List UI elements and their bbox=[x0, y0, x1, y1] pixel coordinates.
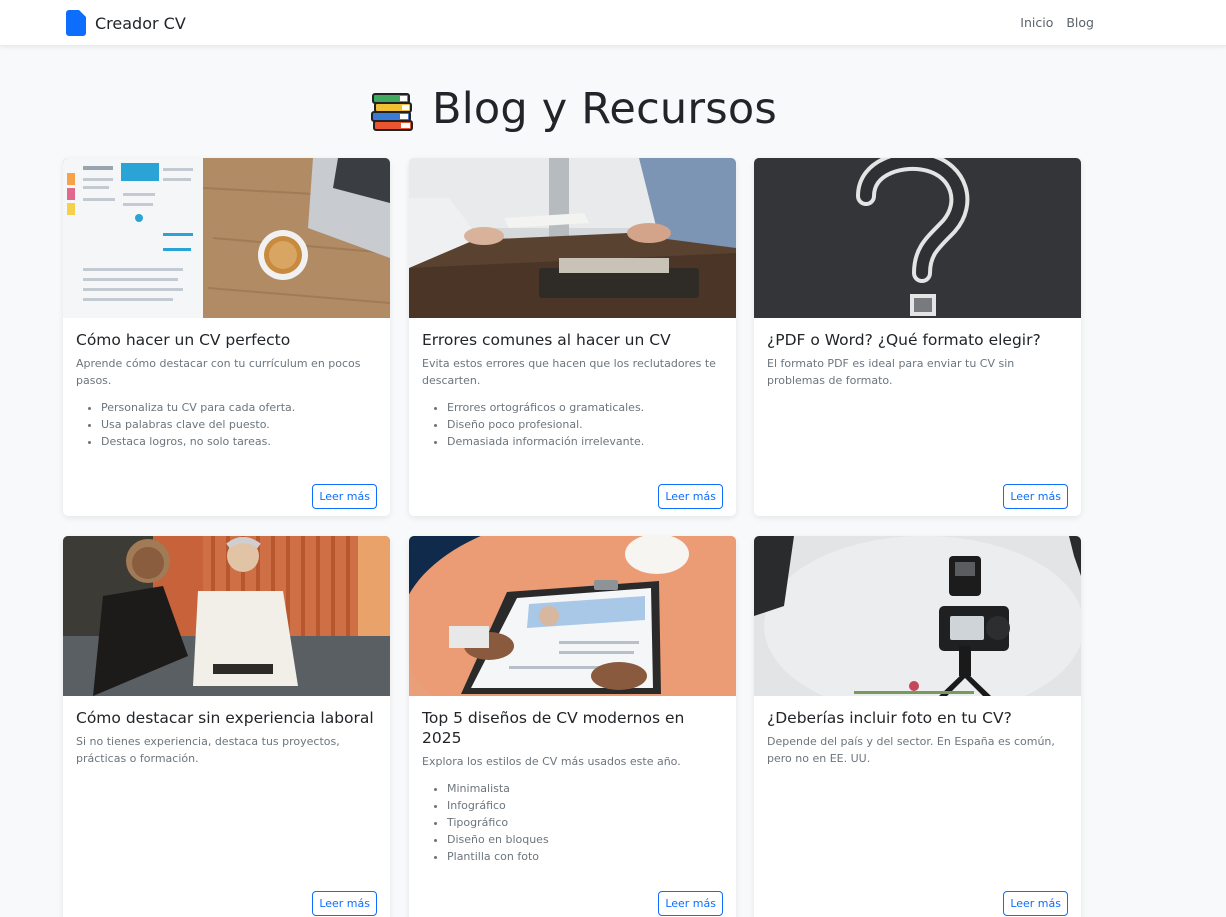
list-item: Errores ortográficos o gramaticales. bbox=[447, 399, 723, 416]
blog-card: Top 5 diseños de CV modernos en 2025 Exp… bbox=[409, 536, 736, 917]
card-body: ¿PDF o Word? ¿Qué formato elegir? El for… bbox=[754, 318, 1081, 389]
page-header: Blog y Recursos bbox=[0, 84, 1145, 134]
card-title: ¿PDF o Word? ¿Qué formato elegir? bbox=[767, 331, 1041, 349]
card-image-conversation bbox=[63, 536, 390, 696]
page-title: Blog y Recursos bbox=[432, 84, 777, 134]
blog-card: ¿Deberías incluir foto en tu CV? Depende… bbox=[754, 536, 1081, 917]
read-more-button[interactable]: Leer más bbox=[312, 484, 377, 509]
read-more-button[interactable]: Leer más bbox=[312, 891, 377, 916]
list-item: Diseño en bloques bbox=[447, 831, 723, 848]
card-body: Cómo destacar sin experiencia laboral Si… bbox=[63, 696, 390, 767]
card-body: Top 5 diseños de CV modernos en 2025 Exp… bbox=[409, 696, 736, 865]
card-image-clipboard-resume bbox=[409, 536, 736, 696]
card-text: Evita estos errores que hacen que los re… bbox=[422, 357, 716, 387]
read-more-button[interactable]: Leer más bbox=[1003, 891, 1068, 916]
blog-card: Cómo hacer un CV perfecto Aprende cómo d… bbox=[63, 158, 390, 516]
list-item: Diseño poco profesional. bbox=[447, 416, 723, 433]
read-more-button[interactable]: Leer más bbox=[658, 891, 723, 916]
card-text: El formato PDF es ideal para enviar tu C… bbox=[767, 357, 1015, 387]
card-text: Explora los estilos de CV más usados est… bbox=[422, 755, 681, 768]
card-text: Si no tienes experiencia, destaca tus pr… bbox=[76, 735, 340, 765]
blog-card: ¿PDF o Word? ¿Qué formato elegir? El for… bbox=[754, 158, 1081, 516]
books-icon bbox=[371, 93, 414, 131]
list-item: Personaliza tu CV para cada oferta. bbox=[101, 399, 377, 416]
nav-links: Inicio Blog bbox=[1020, 15, 1094, 30]
list-item: Demasiada información irrelevante. bbox=[447, 433, 723, 450]
card-image-cv-documents bbox=[63, 158, 390, 318]
card-title: Cómo hacer un CV perfecto bbox=[76, 331, 291, 349]
brand-name: Creador CV bbox=[95, 13, 186, 33]
card-body: Cómo hacer un CV perfecto Aprende cómo d… bbox=[63, 318, 390, 450]
nav-link-blog[interactable]: Blog bbox=[1066, 15, 1094, 30]
list-item: Infográfico bbox=[447, 797, 723, 814]
navbar: Creador CV Inicio Blog bbox=[0, 0, 1226, 46]
card-title: ¿Deberías incluir foto en tu CV? bbox=[767, 709, 1012, 727]
card-body: Errores comunes al hacer un CV Evita est… bbox=[409, 318, 736, 450]
list-item: Destaca logros, no solo tareas. bbox=[101, 433, 377, 450]
blog-card: Cómo destacar sin experiencia laboral Si… bbox=[63, 536, 390, 917]
card-title: Cómo destacar sin experiencia laboral bbox=[76, 709, 374, 727]
read-more-button[interactable]: Leer más bbox=[658, 484, 723, 509]
card-list: Minimalista Infográfico Tipográfico Dise… bbox=[447, 780, 723, 865]
card-list: Errores ortográficos o gramaticales. Dis… bbox=[447, 399, 723, 450]
card-text: Depende del país y del sector. En España… bbox=[767, 735, 1055, 765]
card-title: Top 5 diseños de CV modernos en 2025 bbox=[422, 709, 685, 747]
list-item: Plantilla con foto bbox=[447, 848, 723, 865]
list-item: Minimalista bbox=[447, 780, 723, 797]
card-body: ¿Deberías incluir foto en tu CV? Depende… bbox=[754, 696, 1081, 767]
card-image-question-mark bbox=[754, 158, 1081, 318]
blog-card: Errores comunes al hacer un CV Evita est… bbox=[409, 158, 736, 516]
card-image-camera bbox=[754, 536, 1081, 696]
nav-link-inicio[interactable]: Inicio bbox=[1020, 15, 1053, 30]
card-text: Aprende cómo destacar con tu currículum … bbox=[76, 357, 361, 387]
file-icon bbox=[66, 10, 86, 36]
brand-link[interactable]: Creador CV bbox=[66, 10, 186, 36]
card-title: Errores comunes al hacer un CV bbox=[422, 331, 671, 349]
list-item: Usa palabras clave del puesto. bbox=[101, 416, 377, 433]
read-more-button[interactable]: Leer más bbox=[1003, 484, 1068, 509]
list-item: Tipográfico bbox=[447, 814, 723, 831]
card-list: Personaliza tu CV para cada oferta. Usa … bbox=[101, 399, 377, 450]
card-image-interview bbox=[409, 158, 736, 318]
